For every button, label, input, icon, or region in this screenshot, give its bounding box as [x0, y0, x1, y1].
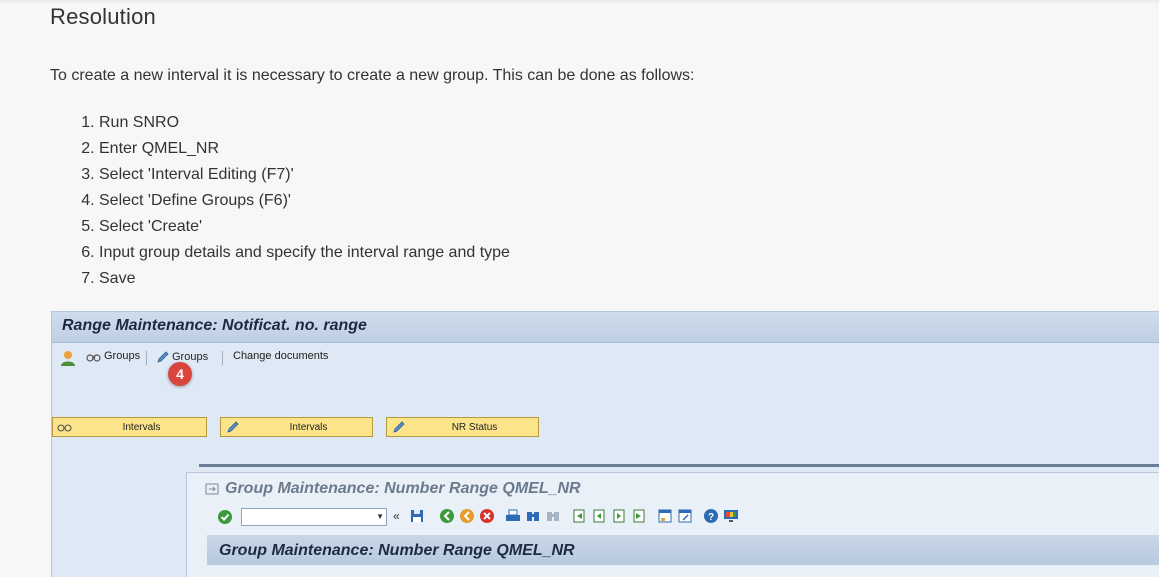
list-item: Save [99, 266, 510, 292]
find-icon[interactable] [525, 508, 541, 524]
exit-icon[interactable] [459, 508, 475, 524]
dialog-shadow-bar [199, 464, 1159, 467]
top-shade [0, 0, 1159, 4]
groups-display-button[interactable]: Groups [86, 350, 140, 362]
help-icon[interactable]: ? [703, 508, 719, 524]
pencil-icon [221, 420, 245, 434]
intervals-display-label: Intervals [122, 421, 161, 433]
dialog-title: Group Maintenance: Number Range QMEL_NR [225, 480, 581, 497]
find-next-icon[interactable] [545, 508, 561, 524]
dialog-subtitle: Group Maintenance: Number Range QMEL_NR [219, 542, 575, 559]
customize-layout-icon[interactable] [723, 508, 739, 524]
nr-status-button[interactable]: NR Status [386, 417, 539, 437]
change-documents-button[interactable]: Change documents [233, 350, 328, 362]
chevron-down-icon[interactable]: ▼ [376, 512, 384, 521]
list-item: Select 'Define Groups (F6)' [99, 188, 510, 214]
intervals-display-button[interactable]: Intervals [52, 417, 207, 437]
step-callout-badge: 4 [168, 362, 192, 386]
toolbar-divider [146, 351, 147, 365]
intervals-change-label: Intervals [289, 421, 328, 433]
list-item: Enter QMEL_NR [99, 136, 510, 162]
print-icon[interactable] [505, 508, 521, 524]
steps-list: Run SNRO Enter QMEL_NR Select 'Interval … [50, 110, 510, 292]
intro-text: To create a new interval it is necessary… [50, 67, 695, 84]
nr-status-label: NR Status [451, 421, 498, 433]
toolbar-divider [222, 351, 223, 365]
shortcut-icon[interactable] [677, 508, 693, 524]
next-page-icon[interactable] [611, 508, 627, 524]
other-object-button[interactable] [60, 350, 76, 366]
svg-text:?: ? [708, 512, 714, 523]
group-maintenance-dialog: Group Maintenance: Number Range QMEL_NR … [186, 472, 1159, 577]
first-page-icon[interactable] [571, 508, 587, 524]
command-field[interactable]: ▼ [241, 508, 387, 526]
check-icon[interactable] [217, 509, 233, 525]
change-documents-label: Change documents [233, 350, 329, 362]
save-icon[interactable] [409, 508, 425, 524]
last-page-icon[interactable] [631, 508, 647, 524]
section-heading: Resolution [50, 4, 156, 29]
person-icon [61, 351, 75, 366]
sap-toolbar: Groups Groups Change documents [52, 343, 1159, 373]
back-icon[interactable] [439, 508, 455, 524]
list-item: Select 'Create' [99, 214, 510, 240]
list-item: Input group details and specify the inte… [99, 240, 510, 266]
list-item: Select 'Interval Editing (F7)' [99, 162, 510, 188]
pencil-icon [157, 351, 169, 363]
dialog-subtitle-bar: Group Maintenance: Number Range QMEL_NR [207, 535, 1159, 565]
sap-title: Range Maintenance: Notificat. no. range [62, 317, 367, 334]
sap-title-bar: Range Maintenance: Notificat. no. range [52, 312, 1159, 343]
sap-screenshot: Range Maintenance: Notificat. no. range … [51, 311, 1159, 577]
groups-display-label: Groups [104, 350, 141, 362]
glasses-icon [86, 354, 101, 362]
dialog-window-icon [205, 483, 219, 495]
list-item: Run SNRO [99, 110, 510, 136]
glasses-icon [53, 422, 77, 432]
dialog-title-bar: Group Maintenance: Number Range QMEL_NR [187, 473, 1159, 505]
pencil-icon [387, 420, 411, 434]
intervals-change-button[interactable]: Intervals [220, 417, 373, 437]
create-session-icon[interactable] [657, 508, 673, 524]
collapse-icon[interactable]: « [393, 509, 400, 523]
previous-page-icon[interactable] [591, 508, 607, 524]
cancel-icon[interactable] [479, 508, 495, 524]
dialog-toolbar: ▼ « ? [187, 505, 1159, 531]
